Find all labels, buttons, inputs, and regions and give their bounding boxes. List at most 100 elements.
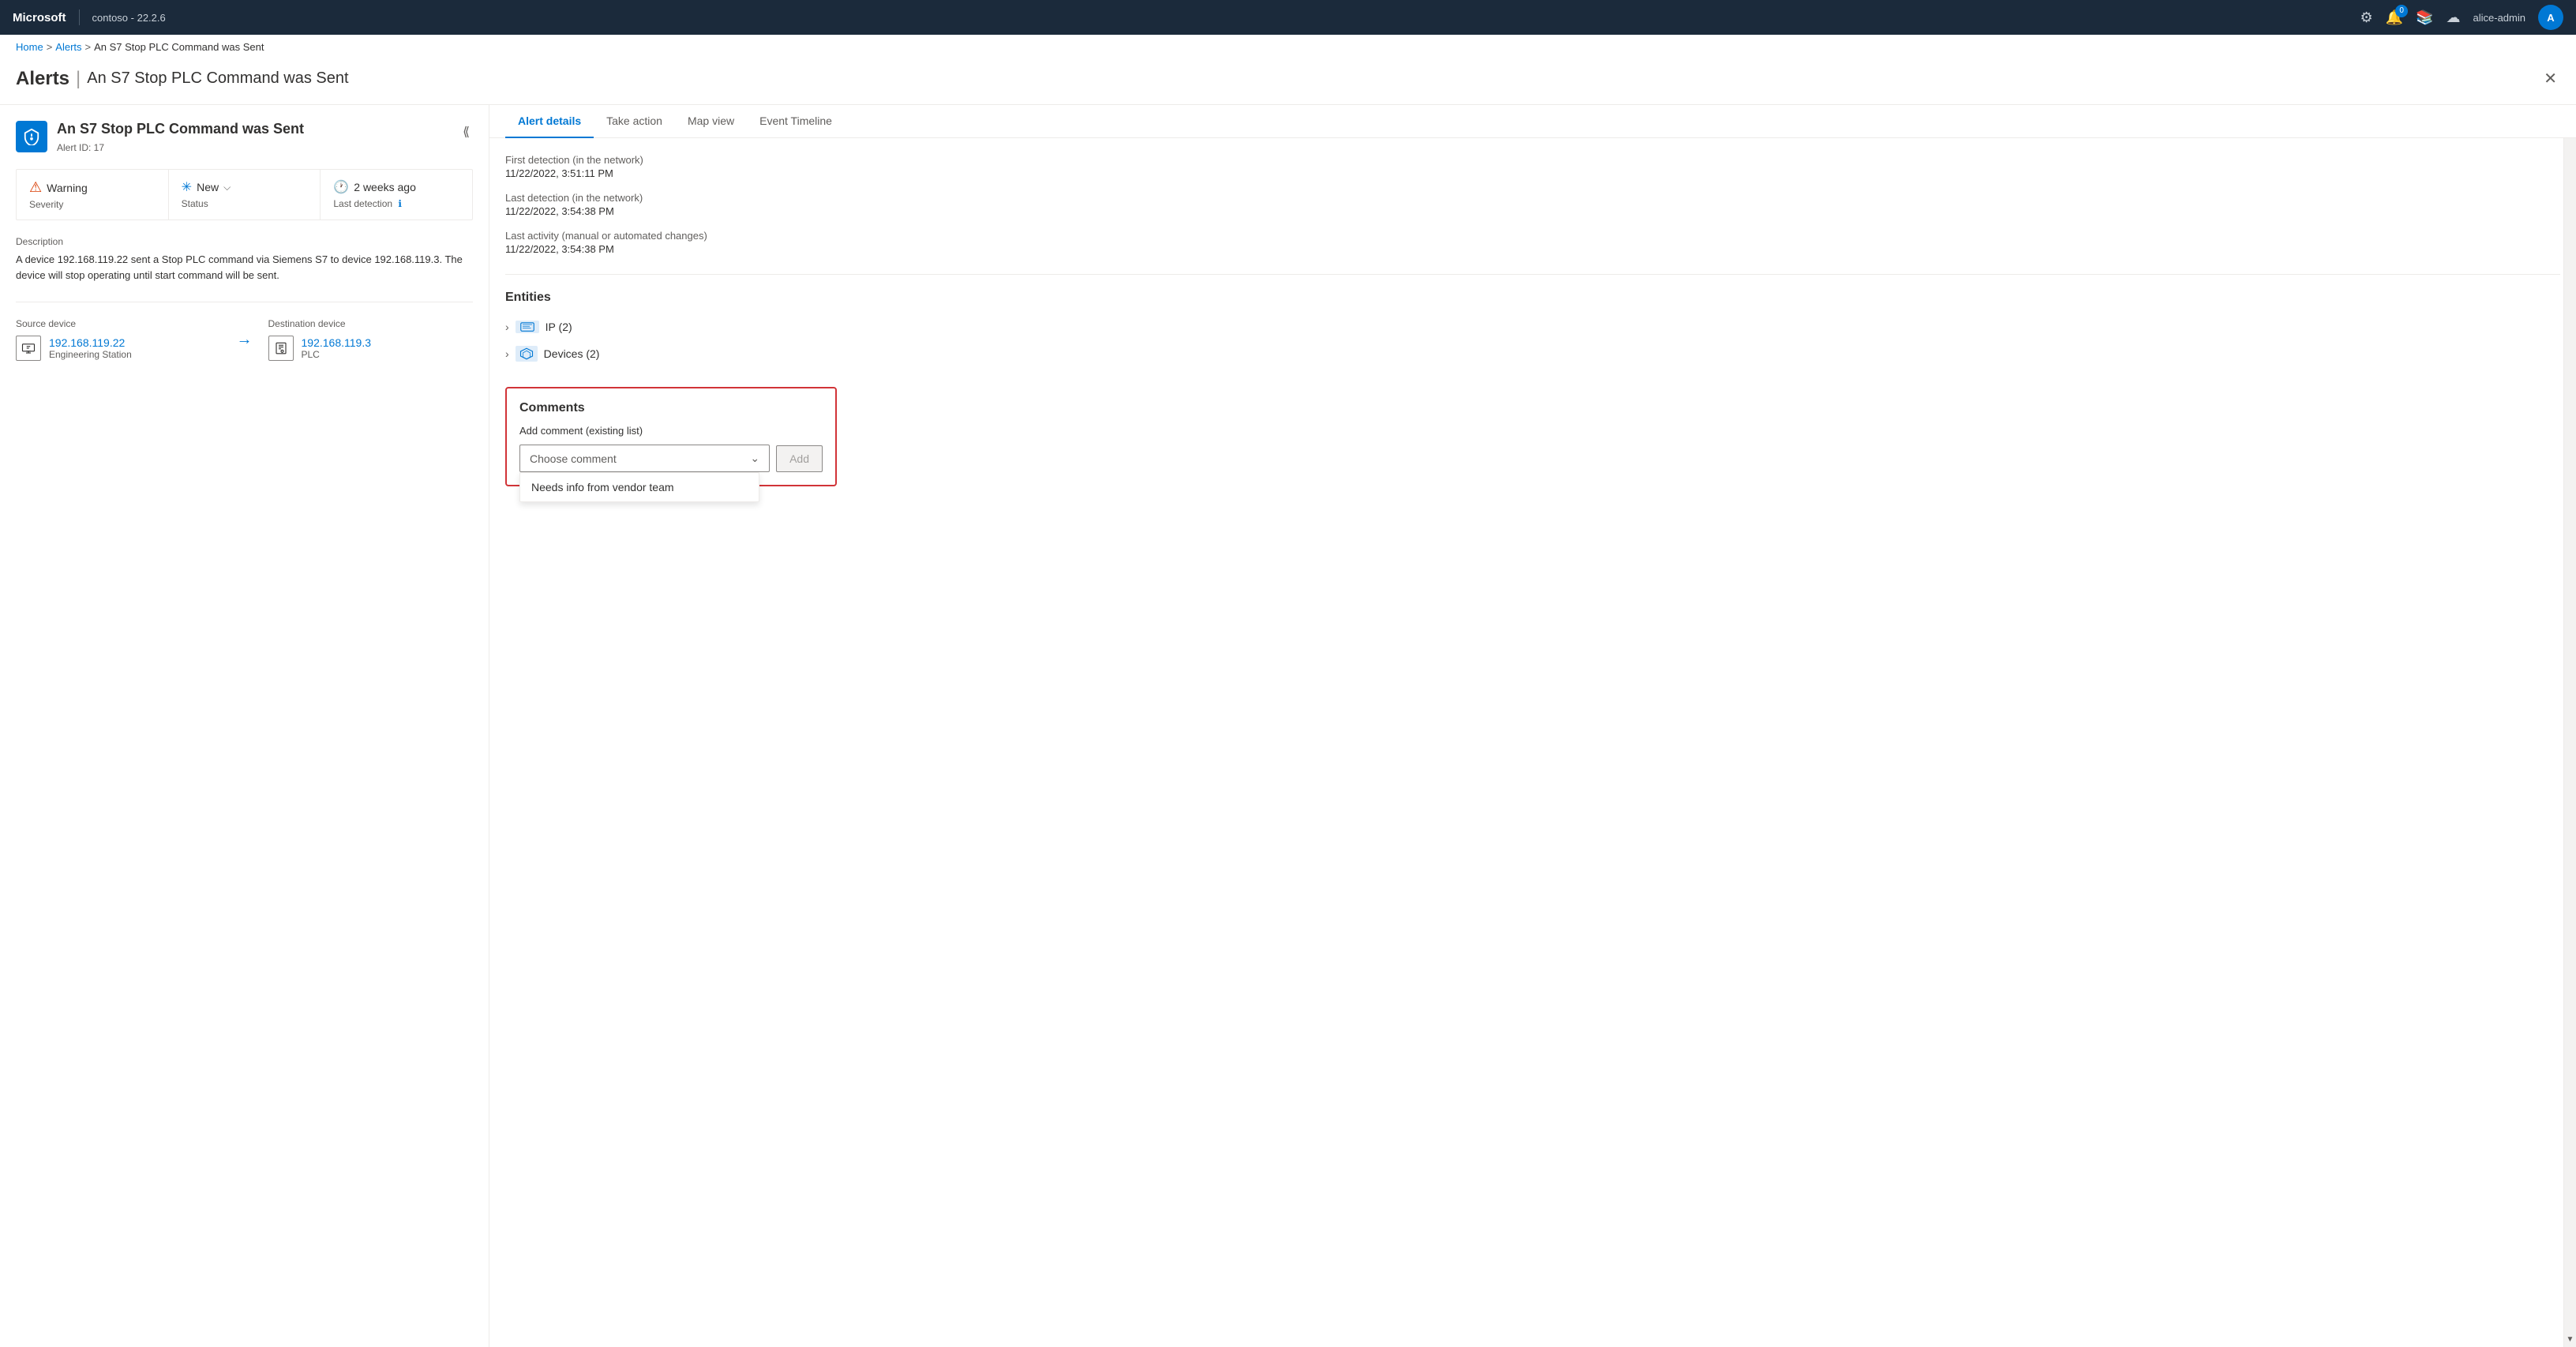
status-spinner-icon: ✳ xyxy=(182,179,192,195)
comment-dropdown[interactable]: Choose comment ⌄ xyxy=(519,445,770,472)
status-label: New xyxy=(197,181,219,193)
comments-section: Comments Add comment (existing list) Cho… xyxy=(505,387,837,486)
page-title: Alerts xyxy=(16,68,69,90)
destination-device-details: 192.168.119.3 PLC xyxy=(302,336,372,360)
description-section: Description A device 192.168.119.22 sent… xyxy=(16,236,473,283)
entity-ip-icon xyxy=(516,321,539,333)
source-ip[interactable]: 192.168.119.22 xyxy=(49,336,132,349)
destination-device-info: 192.168.119.3 PLC xyxy=(268,336,474,361)
source-device-info: 192.168.119.22 Engineering Station xyxy=(16,336,221,361)
source-device-label: Source device xyxy=(16,318,221,329)
status-meta: Status xyxy=(182,198,308,209)
title-divider: | xyxy=(76,68,81,90)
page-content: Home > Alerts > An S7 Stop PLC Command w… xyxy=(0,35,2576,1347)
entity-ip-chevron-icon: › xyxy=(505,321,509,333)
cloud-icon[interactable]: ☁ xyxy=(2447,9,2461,26)
status-value: ✳ New ⌵ xyxy=(182,179,308,195)
first-detection-item: First detection (in the network) 11/22/2… xyxy=(505,154,2560,179)
breadcrumb-sep-2: > xyxy=(85,41,92,53)
comment-dropdown-value: Choose comment xyxy=(530,452,617,465)
tabs: Alert details Take action Map view Event… xyxy=(489,105,2576,138)
first-detection-label: First detection (in the network) xyxy=(505,154,2560,166)
severity-label: Warning xyxy=(47,182,88,194)
comment-dropdown-menu: Needs info from vendor team xyxy=(519,472,759,502)
user-avatar[interactable]: A xyxy=(2538,5,2563,30)
nav-divider xyxy=(79,9,80,25)
tenant-label: contoso - 22.2.6 xyxy=(92,12,166,24)
notifications-icon[interactable]: 🔔 0 xyxy=(2386,9,2403,26)
destination-device-box: Destination device xyxy=(268,318,474,361)
detection-value: 🕐 2 weeks ago xyxy=(333,179,459,195)
comments-title: Comments xyxy=(519,401,823,415)
close-button[interactable]: ✕ xyxy=(2540,66,2560,92)
detection-label: 2 weeks ago xyxy=(354,181,416,193)
detection-meta: Last detection ℹ xyxy=(333,198,459,209)
entity-devices-label: Devices (2) xyxy=(544,347,600,360)
detection-item: 🕐 2 weeks ago Last detection ℹ xyxy=(321,170,472,219)
severity-value: ⚠ Warning xyxy=(29,179,156,196)
page-title-area: Alerts | An S7 Stop PLC Command was Sent xyxy=(16,68,349,90)
source-device-icon xyxy=(16,336,41,361)
last-activity-value: 11/22/2022, 3:54:38 PM xyxy=(505,243,2560,255)
right-panel: Alert details Take action Map view Event… xyxy=(489,105,2576,1347)
breadcrumb-sep-1: > xyxy=(47,41,53,53)
detection-info-icon[interactable]: ℹ xyxy=(398,198,402,209)
nav-right: ⚙ 🔔 0 📚 ☁ alice-admin A xyxy=(2360,5,2563,30)
entity-devices-row[interactable]: › Devices (2) xyxy=(505,340,2560,368)
entities-title: Entities xyxy=(505,291,2560,305)
dropdown-item-vendor[interactable]: Needs info from vendor team xyxy=(520,473,759,501)
main-layout: An S7 Stop PLC Command was Sent Alert ID… xyxy=(0,105,2576,1347)
section-divider xyxy=(505,274,2560,275)
page-header: Alerts | An S7 Stop PLC Command was Sent… xyxy=(0,59,2576,105)
entity-ip-row[interactable]: › IP (2) xyxy=(505,314,2560,340)
collapse-button[interactable]: ⟪ xyxy=(459,121,473,143)
entity-devices-chevron-icon: › xyxy=(505,347,509,360)
arrow-right-icon: → xyxy=(237,331,253,349)
warning-triangle-icon: ⚠ xyxy=(29,179,42,196)
top-nav: Microsoft contoso - 22.2.6 ⚙ 🔔 0 📚 ☁ ali… xyxy=(0,0,2576,35)
destination-device-label: Destination device xyxy=(268,318,474,329)
books-icon[interactable]: 📚 xyxy=(2416,9,2433,26)
destination-ip[interactable]: 192.168.119.3 xyxy=(302,336,372,349)
alert-shield-icon xyxy=(16,121,47,152)
severity-item: ⚠ Warning Severity xyxy=(17,170,169,219)
description-label: Description xyxy=(16,236,473,247)
source-type: Engineering Station xyxy=(49,349,132,360)
notification-badge: 0 xyxy=(2395,5,2408,17)
page-subtitle: An S7 Stop PLC Command was Sent xyxy=(87,69,348,88)
status-item: ✳ New ⌵ Status xyxy=(169,170,321,219)
tab-event-timeline[interactable]: Event Timeline xyxy=(747,105,845,138)
scroll-down-arrow[interactable]: ▼ xyxy=(2564,1331,2576,1347)
destination-type: PLC xyxy=(302,349,372,360)
status-chevron-icon[interactable]: ⌵ xyxy=(223,182,231,193)
breadcrumb: Home > Alerts > An S7 Stop PLC Command w… xyxy=(0,35,2576,59)
dropdown-chevron-icon: ⌄ xyxy=(750,452,759,465)
breadcrumb-alerts[interactable]: Alerts xyxy=(55,41,81,53)
tab-take-action[interactable]: Take action xyxy=(594,105,675,138)
description-text: A device 192.168.119.22 sent a Stop PLC … xyxy=(16,252,473,283)
last-activity-item: Last activity (manual or automated chang… xyxy=(505,230,2560,255)
tab-alert-details[interactable]: Alert details xyxy=(505,105,594,138)
entity-devices-icon xyxy=(516,346,538,362)
first-detection-value: 11/22/2022, 3:51:11 PM xyxy=(505,167,2560,179)
status-bar: ⚠ Warning Severity ✳ New ⌵ Status 🕐 xyxy=(16,169,473,220)
clock-icon: 🕐 xyxy=(333,179,349,195)
destination-device-icon xyxy=(268,336,294,361)
last-detection-value: 11/22/2022, 3:54:38 PM xyxy=(505,205,2560,217)
add-comment-button[interactable]: Add xyxy=(776,445,823,472)
source-device-box: Source device xyxy=(16,318,221,361)
alert-title: An S7 Stop PLC Command was Sent xyxy=(57,121,304,137)
brand-logo: Microsoft xyxy=(13,11,66,24)
breadcrumb-home[interactable]: Home xyxy=(16,41,43,53)
breadcrumb-current: An S7 Stop PLC Command was Sent xyxy=(94,41,264,53)
tab-map-view[interactable]: Map view xyxy=(675,105,747,138)
scroll-arrows: ▲ ▼ xyxy=(2563,105,2576,1347)
severity-meta: Severity xyxy=(29,199,156,210)
user-name-label: alice-admin xyxy=(2473,12,2525,24)
last-detection-label: Last detection (in the network) xyxy=(505,192,2560,204)
alert-id: Alert ID: 17 xyxy=(57,142,104,153)
entity-ip-label: IP (2) xyxy=(546,321,572,333)
settings-icon[interactable]: ⚙ xyxy=(2360,9,2373,26)
source-device-details: 192.168.119.22 Engineering Station xyxy=(49,336,132,360)
right-content: First detection (in the network) 11/22/2… xyxy=(489,138,2576,502)
